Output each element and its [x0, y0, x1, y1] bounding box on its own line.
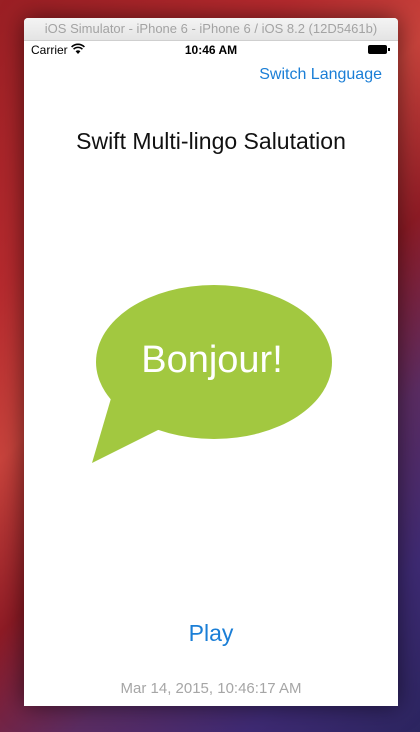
timestamp-label: Mar 14, 2015, 10:46:17 AM — [120, 680, 302, 697]
status-time: 10:46 AM — [184, 43, 238, 57]
page-title: Swift Multi-lingo Salutation — [76, 128, 346, 154]
switch-language-button[interactable]: Switch Language — [259, 66, 382, 84]
play-button[interactable]: Play — [24, 620, 398, 647]
simulator-window: iOS Simulator - iPhone 6 - iPhone 6 / iO… — [24, 18, 398, 706]
greeting-text: Bonjour! — [141, 339, 283, 381]
window-title: iOS Simulator - iPhone 6 - iPhone 6 / iO… — [24, 18, 398, 41]
speech-bubble: Bonjour! — [90, 283, 334, 463]
battery-icon — [368, 45, 390, 54]
status-bar: Carrier 10:46 AM — [24, 40, 398, 60]
